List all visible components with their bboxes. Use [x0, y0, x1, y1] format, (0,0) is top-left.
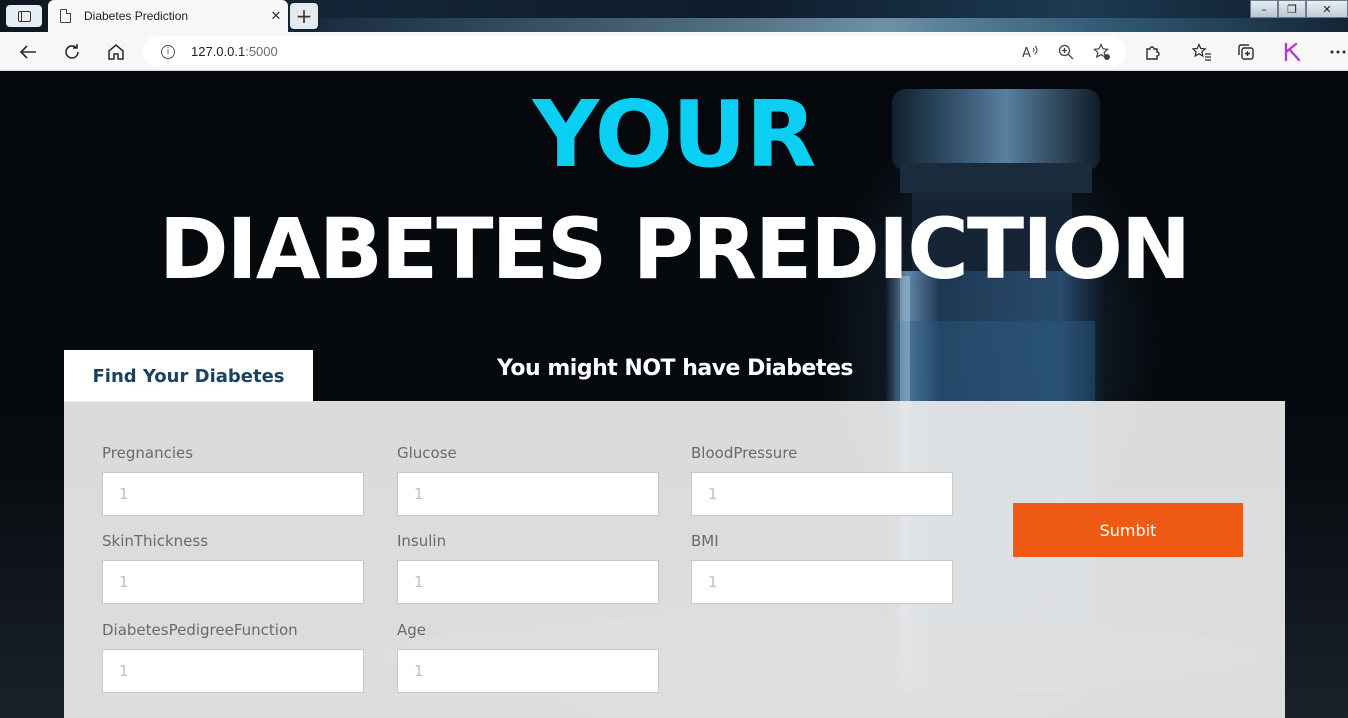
page-content: YOUR DIABETES PREDICTION Find Your Diabe… — [0, 71, 1348, 718]
age-input[interactable] — [397, 649, 659, 693]
insulin-input[interactable] — [397, 560, 659, 604]
add-favorite-icon[interactable] — [1087, 36, 1117, 67]
zoom-icon[interactable] — [1051, 36, 1081, 67]
field-age: Age — [397, 619, 659, 693]
browser-tab[interactable]: Diabetes Prediction ✕ — [48, 0, 288, 32]
favorites-icon[interactable] — [1186, 32, 1218, 71]
field-blood-pressure: BloodPressure — [691, 442, 953, 516]
address-bar[interactable]: i 127.0.0.1:5000 A — [143, 36, 1126, 67]
tab-find-your-diabetes[interactable]: Find Your Diabetes — [64, 350, 313, 402]
info-icon[interactable]: i — [161, 44, 175, 59]
glucose-input[interactable] — [397, 472, 659, 516]
bmi-label: BMI — [691, 532, 719, 550]
read-aloud-icon[interactable]: A — [1015, 36, 1045, 67]
diabetes-pedigree-function-label: DiabetesPedigreeFunction — [102, 621, 298, 639]
hero-title-line2: DIABETES PREDICTION — [158, 200, 1191, 298]
tab-close-icon[interactable]: ✕ — [264, 9, 288, 24]
field-glucose: Glucose — [397, 442, 659, 516]
field-insulin: Insulin — [397, 530, 659, 604]
skin-thickness-label: SkinThickness — [102, 532, 209, 550]
tab-actions-icon[interactable] — [6, 5, 42, 27]
insulin-label: Insulin — [397, 532, 447, 550]
new-tab-button[interactable]: + — [290, 3, 318, 29]
prediction-result: You might NOT have Diabetes — [497, 356, 853, 381]
field-bmi: BMI — [691, 530, 953, 604]
field-pregnancies: Pregnancies — [102, 442, 364, 516]
extensions-icon[interactable] — [1137, 32, 1169, 71]
blood-pressure-label: BloodPressure — [691, 444, 798, 462]
pregnancies-input[interactable] — [102, 472, 364, 516]
browser-toolbar: i 127.0.0.1:5000 A — [0, 32, 1348, 71]
diabetes-pedigree-function-input[interactable] — [102, 649, 364, 693]
hero-title-line1: YOUR — [532, 81, 816, 188]
age-label: Age — [397, 621, 427, 639]
url-host: 127.0.0.1 — [191, 44, 246, 59]
window-controls: – ❐ ✕ — [1250, 0, 1348, 18]
close-window-button[interactable]: ✕ — [1306, 0, 1348, 18]
field-skin-thickness: SkinThickness — [102, 530, 364, 604]
field-diabetes-pedigree-function: DiabetesPedigreeFunction — [102, 619, 364, 693]
bmi-input[interactable] — [691, 560, 953, 604]
tab-title: Diabetes Prediction — [84, 9, 189, 23]
refresh-icon[interactable] — [56, 32, 88, 71]
profile-icon[interactable] — [1276, 32, 1308, 71]
restore-button[interactable]: ❐ — [1278, 0, 1306, 18]
glucose-label: Glucose — [397, 444, 457, 462]
collections-icon[interactable] — [1230, 32, 1262, 71]
url-text: 127.0.0.1:5000 — [191, 44, 278, 59]
submit-button[interactable]: Sumbit — [1013, 503, 1243, 557]
minimize-button[interactable]: – — [1250, 0, 1278, 18]
svg-text:A: A — [1022, 46, 1031, 60]
page-icon — [60, 9, 71, 23]
more-icon[interactable] — [1322, 32, 1348, 71]
browser-titlebar: Diabetes Prediction ✕ + – ❐ ✕ — [0, 0, 1348, 32]
skin-thickness-input[interactable] — [102, 560, 364, 604]
home-icon[interactable] — [100, 32, 132, 71]
pregnancies-label: Pregnancies — [102, 444, 194, 462]
url-port: :5000 — [245, 44, 278, 59]
blood-pressure-input[interactable] — [691, 472, 953, 516]
prediction-form: Pregnancies Glucose BloodPressure SkinTh… — [64, 401, 1285, 718]
back-icon[interactable] — [12, 32, 44, 71]
